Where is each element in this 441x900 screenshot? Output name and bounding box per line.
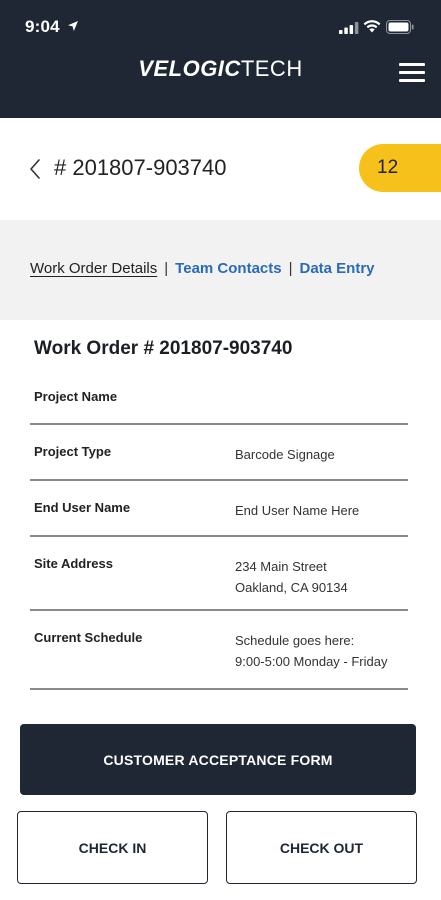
detail-value-line: Barcode Signage <box>235 447 335 462</box>
logo-tech: TECH <box>240 56 303 81</box>
row-divider <box>30 479 408 481</box>
row-divider <box>30 688 408 690</box>
location-arrow-icon <box>68 21 78 31</box>
detail-label: Site Address <box>34 556 113 571</box>
page-title: # 201807-903740 <box>54 155 227 180</box>
check-in-button[interactable]: CHECK IN <box>17 811 208 884</box>
detail-value: Schedule goes here: 9:00-5:00 Monday - F… <box>235 630 387 672</box>
work-order-title-bar: # 201807-903740 12 <box>0 118 441 220</box>
row-divider <box>30 609 408 611</box>
tab-work-order-details[interactable]: Work Order Details <box>30 260 157 277</box>
count-badge[interactable]: 12 <box>359 144 441 192</box>
battery-icon <box>386 20 414 34</box>
detail-value: Barcode Signage <box>235 444 335 465</box>
tabs-band: Work Order Details | Team Contacts | Data En… <box>0 220 441 320</box>
detail-value-line: 234 Main Street <box>235 559 327 574</box>
detail-value-line: Schedule goes here: <box>235 633 355 648</box>
detail-label: Project Name <box>34 389 118 404</box>
detail-value-line: Oakland, CA 90134 <box>235 580 348 595</box>
brand-logo: VELOGICTECH <box>0 56 441 82</box>
status-time: 9:04 <box>25 17 60 36</box>
tab-data-entry[interactable]: Data Entry <box>300 260 375 277</box>
detail-label: Project Type <box>34 444 112 459</box>
tab-bar: Work Order Details | Team Contacts | Data En… <box>30 260 375 277</box>
app-header: 9:04 VELOGICTECH <box>0 0 441 118</box>
detail-value-line: End User Name Here <box>235 503 360 518</box>
tab-separator: | <box>164 260 169 277</box>
detail-value: End User Name Here <box>235 500 359 521</box>
cellular-signal-icon <box>339 22 359 34</box>
status-bar: 9:04 <box>0 0 441 50</box>
detail-value: 234 Main Street Oakland, CA 90134 <box>235 556 348 598</box>
detail-value-line: 9:00-5:00 Monday - Friday <box>235 654 388 669</box>
row-divider <box>30 535 408 537</box>
logo-velogic: VELOGIC <box>138 56 241 81</box>
wifi-icon <box>363 20 381 33</box>
tab-team-contacts[interactable]: Team Contacts <box>175 260 281 277</box>
details-heading: Work Order # 201807-903740 <box>34 338 293 359</box>
check-out-button[interactable]: CHECK OUT <box>226 811 417 884</box>
detail-label: Current Schedule <box>34 630 143 645</box>
row-divider <box>30 423 408 425</box>
detail-label: End User Name <box>34 500 131 515</box>
tab-separator: | <box>288 260 293 277</box>
chevron-left-icon[interactable] <box>28 158 42 180</box>
customer-acceptance-form-button[interactable]: CUSTOMER ACCEPTANCE FORM <box>20 724 416 795</box>
hamburger-menu-icon[interactable] <box>399 63 425 83</box>
